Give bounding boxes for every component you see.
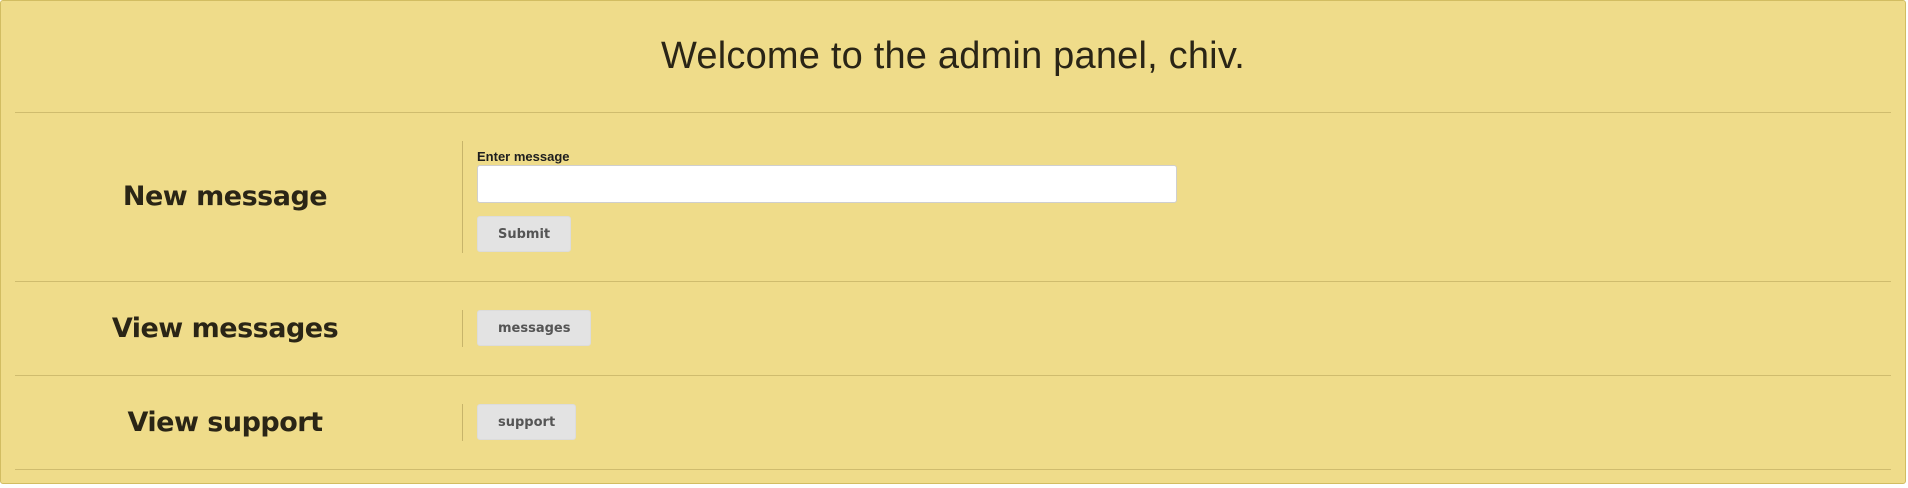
view-messages-heading: View messages [111,313,339,344]
view-support-heading: View support [127,407,323,438]
new-message-row: New message Enter message Submit [15,112,1891,282]
panel-header: Welcome to the admin panel, chiv. [15,1,1891,113]
message-input[interactable] [477,165,1177,203]
view-messages-row: View messages messages [15,282,1891,376]
enter-message-label: Enter message [477,149,570,164]
view-support-actions: support [462,404,663,441]
view-support-row: View support support [15,376,1891,470]
view-messages-actions: messages [462,310,663,347]
submit-button[interactable]: Submit [477,216,572,252]
admin-panel: Welcome to the admin panel, chiv. New me… [0,0,1906,484]
messages-button[interactable]: messages [477,310,592,346]
page-title: Welcome to the admin panel, chiv. [661,35,1245,77]
support-button[interactable]: support [477,404,577,440]
new-message-heading: New message [122,181,328,212]
new-message-form: Enter message Submit [462,141,1223,253]
